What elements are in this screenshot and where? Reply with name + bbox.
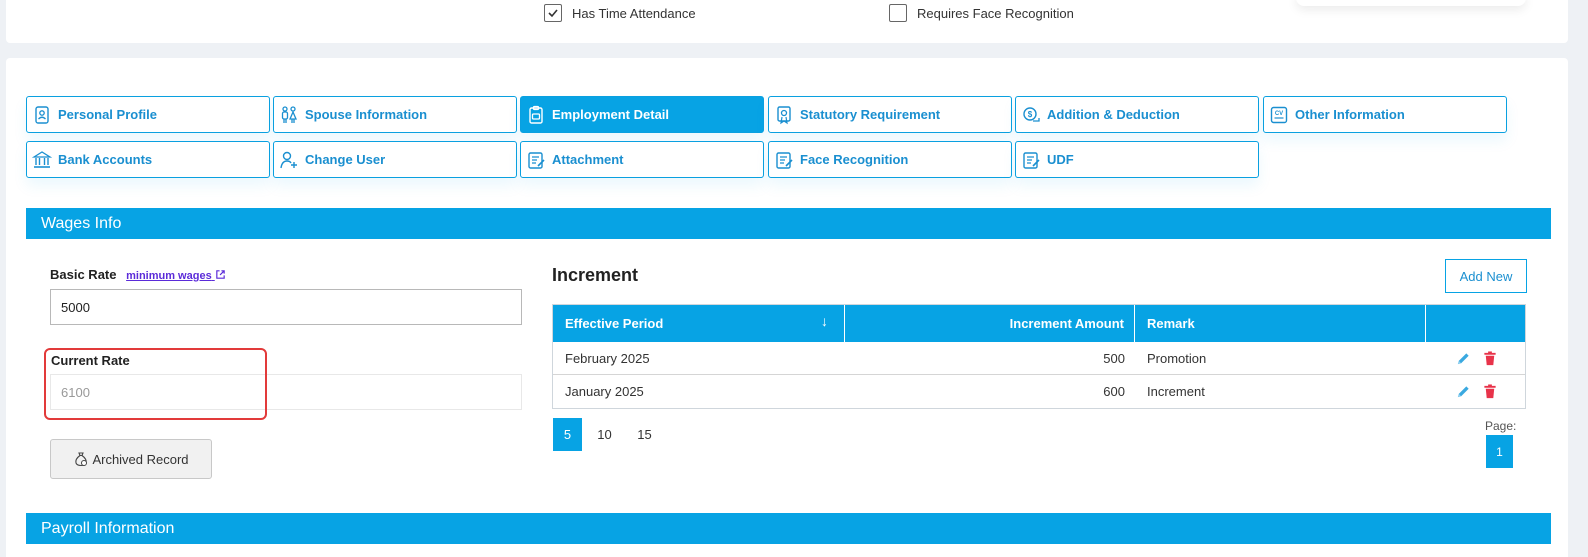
page-size-15[interactable]: 15 (630, 418, 659, 451)
tab-label: Other Information (1295, 107, 1405, 122)
user-add-icon (279, 150, 299, 170)
payroll-info-header: Payroll Information (26, 513, 1551, 544)
cell-amount: 600 (1103, 384, 1125, 399)
archived-record-button[interactable]: Archived Record (50, 439, 212, 479)
svg-text:CV: CV (1275, 111, 1283, 117)
minimum-wages-link[interactable]: minimum wages (126, 270, 226, 282)
tab-udf[interactable]: UDF (1015, 141, 1259, 178)
tab-label: Spouse Information (305, 107, 428, 122)
basic-rate-label-row: Basic Rate minimum wages (50, 267, 226, 282)
has-time-attendance-label: Has Time Attendance (572, 5, 696, 21)
requires-face-row[interactable]: Requires Face Recognition (889, 4, 1074, 22)
tab-statutory-requirement[interactable]: Statutory Requirement (768, 96, 1012, 133)
archived-record-label: Archived Record (92, 451, 189, 467)
increment-title: Increment (552, 265, 639, 285)
cell-actions (1426, 375, 1525, 408)
add-new-button[interactable]: Add New (1445, 259, 1527, 293)
tab-other-information[interactable]: CV Other Information (1263, 96, 1507, 133)
tab-bank-accounts[interactable]: Bank Accounts (26, 141, 270, 178)
tab-attachment[interactable]: Attachment (520, 141, 764, 178)
bank-icon (32, 150, 52, 170)
table-header-row: Effective Period ↓ Increment Amount Rema… (553, 305, 1525, 342)
page-size-5[interactable]: 5 (553, 418, 582, 451)
wages-info-header: Wages Info (26, 208, 1551, 239)
money-bag-icon (75, 452, 88, 467)
tab-label: Addition & Deduction (1047, 107, 1180, 122)
profile-icon (32, 105, 52, 125)
tab-face-recognition[interactable]: Face Recognition (768, 141, 1012, 178)
basic-rate-input[interactable]: 5000 (50, 289, 522, 325)
cell-period: January 2025 (565, 384, 644, 399)
money-icon: $ (1021, 105, 1041, 125)
couple-icon (279, 105, 299, 125)
svg-text:$: $ (1028, 110, 1033, 119)
tab-label: UDF (1047, 152, 1074, 167)
tab-change-user[interactable]: Change User (273, 141, 517, 178)
checkmark-icon (548, 9, 558, 18)
column-remark[interactable]: Remark (1135, 305, 1426, 342)
top-card (6, 0, 1568, 43)
tab-addition-deduction[interactable]: $ Addition & Deduction (1015, 96, 1259, 133)
top-shadow-panel (1296, 0, 1526, 6)
page-label: Page: (1485, 419, 1517, 433)
sort-down-arrow-icon[interactable]: ↓ (821, 313, 828, 329)
tab-label: Personal Profile (58, 107, 157, 122)
cell-remark: Promotion (1147, 350, 1207, 366)
tab-label: Face Recognition (800, 152, 909, 167)
cv-icon: CV (1269, 105, 1289, 125)
tab-employment-detail[interactable]: Employment Detail (520, 96, 764, 133)
has-time-attendance-row[interactable]: Has Time Attendance (544, 4, 696, 22)
cell-period: February 2025 (565, 350, 650, 366)
requires-face-checkbox[interactable] (889, 4, 907, 22)
page-size-10[interactable]: 10 (590, 418, 619, 451)
table-row: January 2025 600 Increment (553, 375, 1525, 408)
edit-pencil-icon[interactable] (1456, 384, 1471, 399)
requires-face-label: Requires Face Recognition (917, 5, 1074, 21)
page-number-button[interactable]: 1 (1486, 435, 1513, 468)
has-time-attendance-checkbox[interactable] (544, 4, 562, 22)
external-link-icon (215, 270, 225, 279)
document-edit-icon (774, 150, 794, 170)
clipboard-icon (526, 105, 546, 125)
document-edit-icon (526, 150, 546, 170)
delete-trash-icon[interactable] (1483, 384, 1497, 399)
tab-label: Change User (305, 152, 386, 167)
cell-amount: 500 (1103, 350, 1125, 366)
column-increment-amount[interactable]: Increment Amount (845, 305, 1135, 342)
tab-label: Employment Detail (552, 107, 670, 122)
tab-label: Attachment (552, 152, 624, 167)
certificate-icon (774, 105, 794, 125)
current-rate-highlight (44, 348, 267, 420)
tab-label: Statutory Requirement (800, 107, 941, 122)
column-effective-period[interactable]: Effective Period ↓ (553, 305, 845, 342)
column-actions (1426, 305, 1525, 342)
delete-trash-icon[interactable] (1483, 350, 1497, 366)
table-row: February 2025 500 Promotion (553, 342, 1525, 375)
tab-spouse-information[interactable]: Spouse Information (273, 96, 517, 133)
cell-actions (1426, 342, 1525, 374)
tab-personal-profile[interactable]: Personal Profile (26, 96, 270, 133)
edit-pencil-icon[interactable] (1456, 351, 1471, 366)
increment-table: Effective Period ↓ Increment Amount Rema… (552, 304, 1526, 409)
basic-rate-label: Basic Rate (50, 267, 117, 282)
tab-label: Bank Accounts (58, 152, 153, 167)
document-edit-icon (1021, 150, 1041, 170)
cell-remark: Increment (1147, 384, 1205, 399)
